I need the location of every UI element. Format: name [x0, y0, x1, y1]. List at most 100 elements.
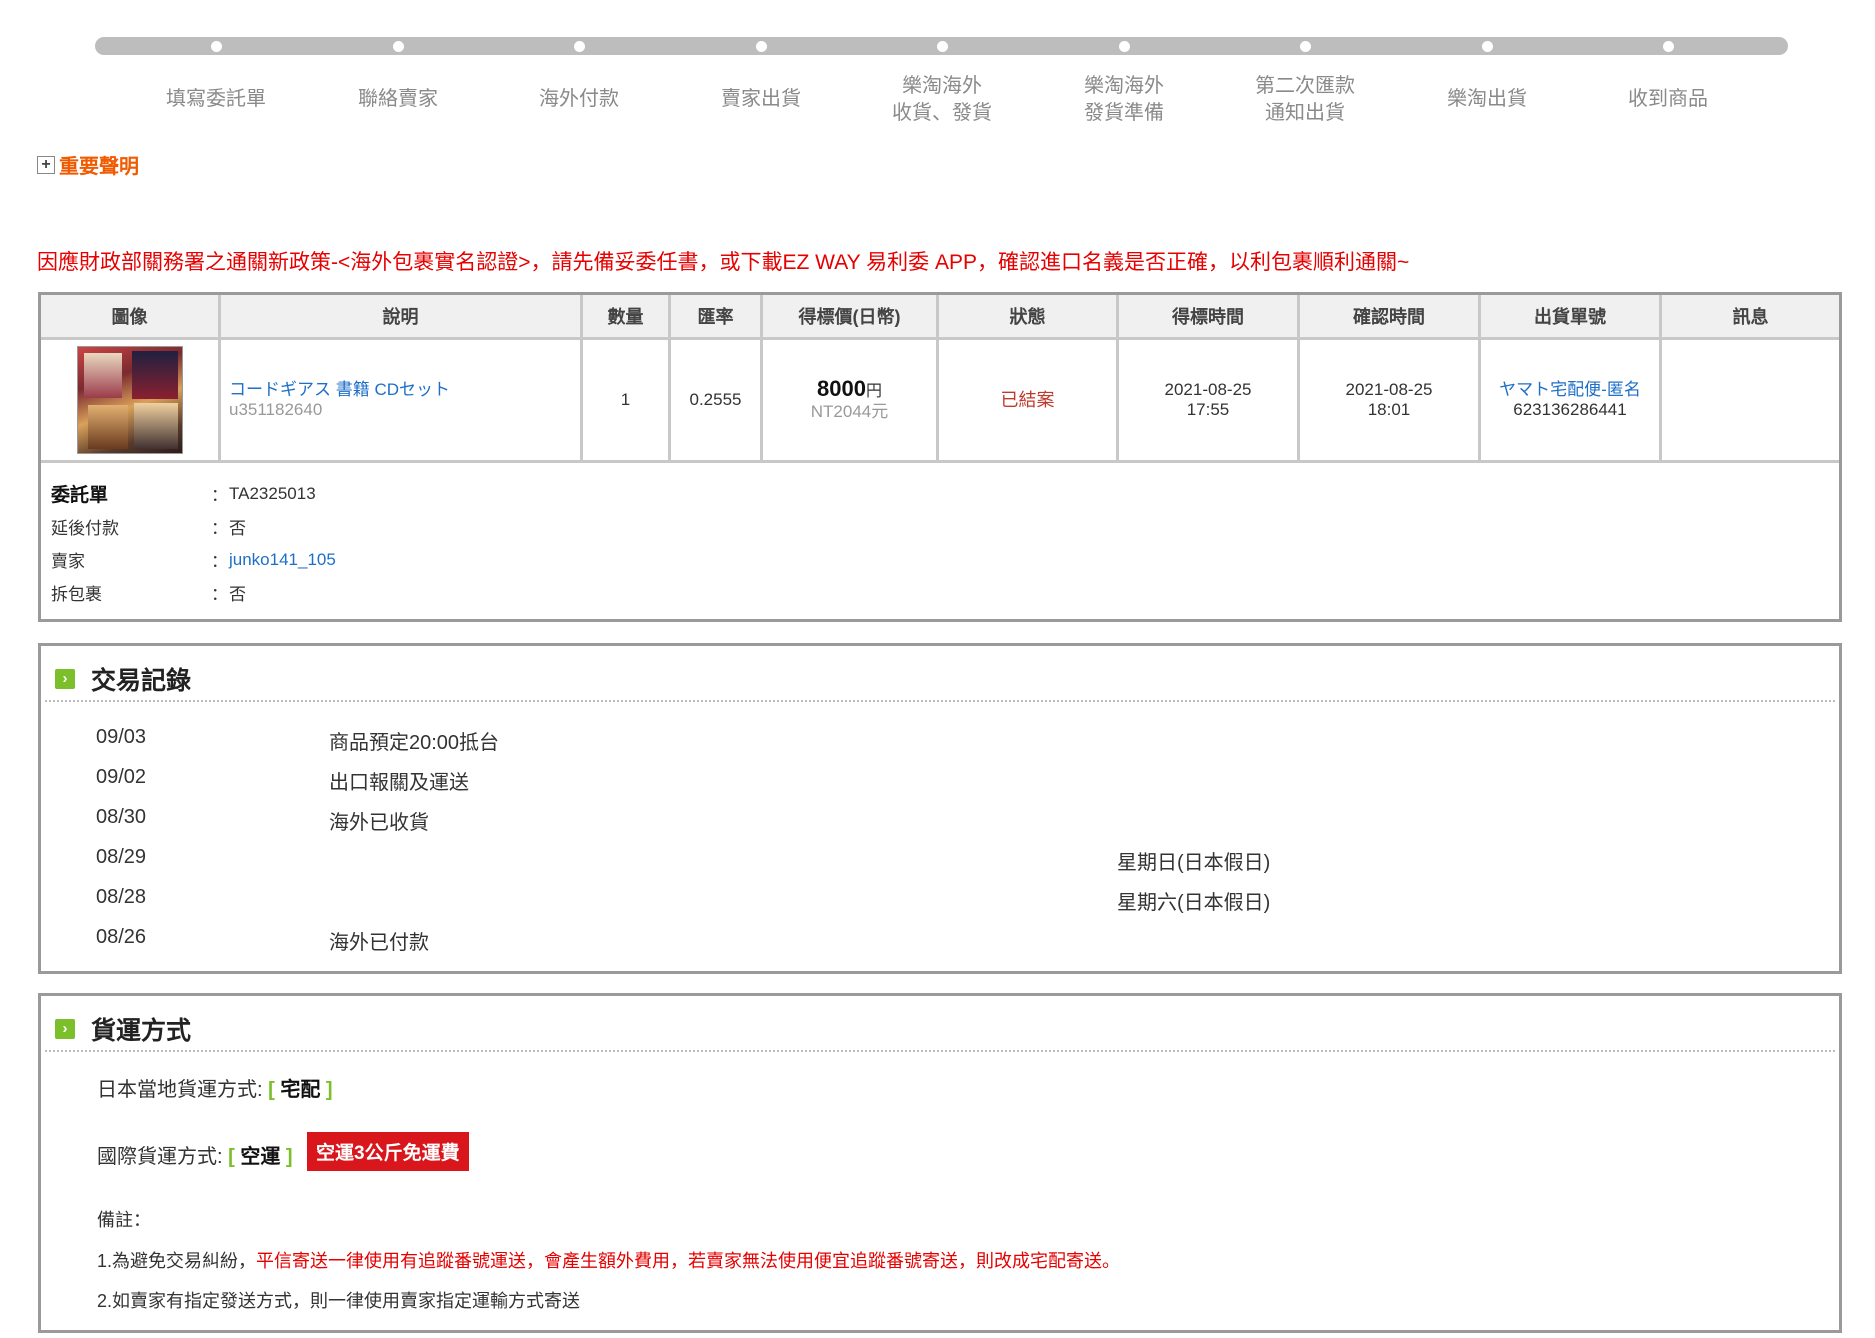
remark-2: 2.如賣家有指定發送方式，則一律使用賣家指定運輸方式寄送 — [97, 1291, 581, 1311]
item-title-link[interactable]: コードギアス 書籍 CDセット — [229, 380, 450, 400]
log-date: 09/03 — [96, 726, 147, 748]
step-dot — [1663, 41, 1674, 52]
step-label: 聯絡賣家 — [358, 88, 438, 110]
log-note: 星期日(日本假日) — [1117, 852, 1271, 874]
step-label: 收到商品 — [1628, 88, 1708, 110]
step-label: 賣家出貨 — [721, 88, 801, 110]
progress-track — [95, 37, 1788, 55]
step-label: 樂淘海外 發貨準備 — [1084, 75, 1164, 124]
col-image: 圖像 — [41, 295, 221, 337]
log-date: 09/02 — [96, 766, 147, 788]
col-message: 訊息 — [1732, 307, 1769, 327]
tracking-number: 623136286441 — [1513, 400, 1627, 419]
remark-1: 1.為避免交易糾紛，平信寄送一律使用有追蹤番號運送，會產生額外費用，若賣家無法使… — [97, 1251, 1121, 1271]
section-header: › 貨運方式 — [55, 1011, 191, 1047]
meta-row: 拆包裹 ： 否 — [51, 576, 336, 609]
cell-confirm-time: 2021-08-25 18:01 — [1300, 340, 1481, 460]
step-dot — [211, 41, 222, 52]
order-meta: 委託單 ： TA2325013 延後付款 ： 否 賣家 ： junko141_1… — [51, 477, 336, 609]
col-quantity: 數量 — [583, 295, 671, 337]
cell-message — [1662, 340, 1839, 460]
step-dot — [574, 41, 585, 52]
col-won-time: 得標時間 — [1119, 295, 1300, 337]
log-event: 海外已付款 — [329, 932, 429, 954]
remark-label: 備註： — [97, 1210, 151, 1230]
item-id: u351182640 — [229, 400, 323, 419]
step-label: 海外付款 — [539, 88, 619, 110]
col-rate: 匯率 — [671, 295, 763, 337]
meta-key: 拆包裹 — [51, 585, 102, 604]
log-date: 08/30 — [96, 806, 147, 828]
step-label: 第二次匯款 通知出貨 — [1255, 75, 1355, 124]
won-time: 17:55 — [1186, 400, 1230, 419]
carrier-link[interactable]: ヤマト宅配便-匿名 — [1499, 380, 1641, 400]
log-date: 08/28 — [96, 886, 147, 908]
step-label: 樂淘出貨 — [1447, 88, 1527, 110]
product-thumbnail[interactable] — [76, 346, 183, 454]
section-header: › 交易記錄 — [55, 661, 191, 697]
cell-rate: 0.2555 — [671, 340, 763, 460]
international-method: 空運 — [240, 1146, 281, 1168]
confirm-time: 18:01 — [1367, 400, 1411, 419]
log-event: 商品預定20:00抵台 — [329, 732, 500, 754]
step-dot — [1300, 41, 1311, 52]
chevron-right-icon: › — [55, 669, 75, 689]
log-event: 海外已收貨 — [329, 812, 429, 834]
meta-key: 委託單 — [51, 485, 109, 506]
divider — [45, 700, 1835, 702]
step-dot — [937, 41, 948, 52]
table-header: 圖像 說明 數量 匯率 得標價(日幣) 狀態 得標時間 確認時間 出貨單號 訊息 — [41, 295, 1839, 340]
step-dot — [756, 41, 767, 52]
step-dot — [393, 41, 404, 52]
col-tracking: 出貨單號 — [1481, 295, 1662, 337]
section-title: 貨運方式 — [91, 1017, 192, 1045]
international-shipping: 國際貨運方式: [ 空運 ] — [97, 1146, 293, 1168]
important-notice-label[interactable]: 重要聲明 — [59, 150, 139, 179]
customs-policy-notice: 因應財政部關務署之通關新政策-<海外包裹實名認證>，請先備妥委任書，或下載EZ … — [37, 251, 1410, 274]
shipping-section: › 貨運方式 日本當地貨運方式: [ 宅配 ] 國際貨運方式: [ 空運 ] 空… — [38, 993, 1842, 1333]
cell-price: 8000円 NT2044元 — [763, 340, 939, 460]
table-row: コードギアス 書籍 CDセット u351182640 1 0.2555 8000… — [41, 340, 1839, 463]
free-shipping-badge: 空運3公斤免運費 — [307, 1132, 469, 1171]
divider — [45, 1050, 1835, 1052]
split-package-value: 否 — [229, 585, 246, 604]
col-confirm-time: 確認時間 — [1300, 295, 1481, 337]
step-dot — [1119, 41, 1130, 52]
status-badge: 已結案 — [939, 340, 1119, 460]
meta-row: 延後付款 ： 否 — [51, 510, 336, 543]
order-number: TA2325013 — [229, 483, 316, 503]
important-notice-toggle[interactable]: + 重要聲明 — [37, 150, 139, 179]
plus-box-icon[interactable]: + — [37, 155, 55, 174]
meta-key: 賣家 — [51, 552, 85, 571]
price-nt: NT2044元 — [810, 401, 889, 421]
price-value: 8000 — [817, 375, 866, 401]
chevron-right-icon: › — [55, 1019, 75, 1039]
cell-quantity: 1 — [583, 340, 671, 460]
cell-description: コードギアス 書籍 CDセット u351182640 — [221, 340, 583, 460]
step-label: 樂淘海外 收貨、發貨 — [892, 75, 992, 124]
cell-image — [41, 340, 221, 460]
trade-log-section: › 交易記錄 09/03 商品預定20:00抵台 09/02 出口報關及運送 0… — [38, 643, 1842, 974]
domestic-shipping: 日本當地貨運方式: [ 宅配 ] — [97, 1079, 333, 1101]
price-unit: 円 — [865, 382, 882, 400]
col-description: 說明 — [221, 295, 583, 337]
meta-key: 延後付款 — [51, 519, 119, 538]
section-title: 交易記錄 — [91, 667, 192, 695]
log-date: 08/26 — [96, 926, 147, 948]
seller-link[interactable]: junko141_105 — [229, 550, 336, 570]
col-status: 狀態 — [939, 295, 1119, 337]
won-date: 2021-08-25 — [1164, 380, 1252, 399]
confirm-date: 2021-08-25 — [1345, 380, 1433, 399]
log-date: 08/29 — [96, 846, 147, 868]
meta-row: 委託單 ： TA2325013 — [51, 477, 336, 510]
col-price: 得標價(日幣) — [763, 295, 939, 337]
step-dot — [1482, 41, 1493, 52]
step-label: 填寫委託單 — [166, 88, 266, 110]
order-table: 圖像 說明 數量 匯率 得標價(日幣) 狀態 得標時間 確認時間 出貨單號 訊息… — [38, 292, 1842, 622]
domestic-method: 宅配 — [280, 1079, 321, 1101]
deferred-payment-value: 否 — [229, 519, 246, 538]
cell-tracking: ヤマト宅配便-匿名 623136286441 — [1481, 340, 1662, 460]
log-note: 星期六(日本假日) — [1117, 892, 1271, 914]
cell-won-time: 2021-08-25 17:55 — [1119, 340, 1300, 460]
meta-row: 賣家 ： junko141_105 — [51, 543, 336, 576]
